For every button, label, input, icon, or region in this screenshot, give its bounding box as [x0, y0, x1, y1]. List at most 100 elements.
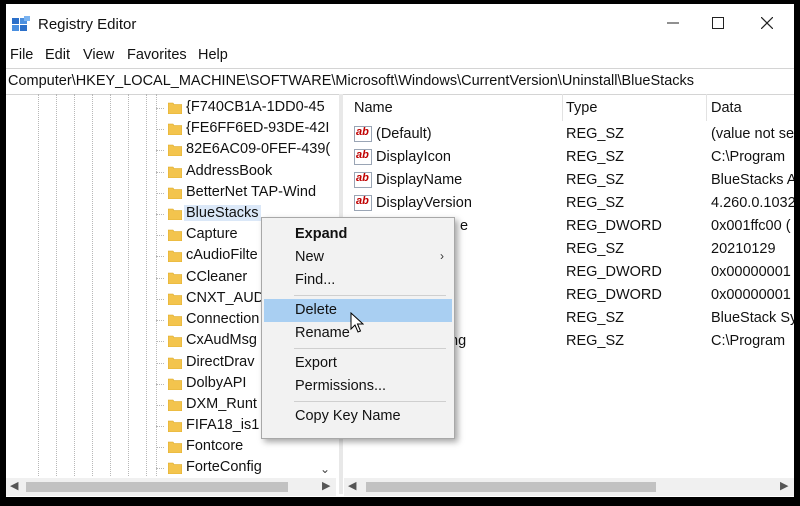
tree-item[interactable]: Fontcore: [156, 437, 331, 457]
tree-item-label: CxAudMsg: [186, 332, 257, 348]
tree-horizontal-scrollbar[interactable]: ◀ ▶: [6, 478, 336, 496]
reg-sz-icon: ab: [354, 172, 372, 188]
column-header-name[interactable]: Name: [354, 100, 393, 116]
menu-view[interactable]: View: [83, 47, 114, 63]
folder-icon: [168, 229, 182, 241]
scroll-right-arrow-icon[interactable]: ▶: [780, 479, 788, 492]
value-data: 0x00000001: [711, 264, 791, 280]
tree-item[interactable]: BetterNet TAP-Wind: [156, 183, 331, 203]
folder-icon: [168, 250, 182, 262]
address-bar[interactable]: Computer\HKEY_LOCAL_MACHINE\SOFTWARE\Mic…: [6, 68, 794, 95]
table-row[interactable]: ab DisplayIcon REG_SZ C:\Program: [344, 146, 794, 169]
folder-icon: [168, 314, 182, 326]
tree-item-label: 82E6AC09-0FEF-439(: [186, 141, 331, 157]
value-data: 0x00000001: [711, 287, 791, 303]
tree-item[interactable]: {F740CB1A-1DD0-45: [156, 98, 331, 118]
tree-item[interactable]: AddressBook: [156, 162, 331, 182]
table-row[interactable]: ab DisplayName REG_SZ BlueStacks A: [344, 169, 794, 192]
value-name: DisplayIcon: [376, 149, 451, 165]
value-name: e: [460, 218, 469, 234]
column-header-data[interactable]: Data: [711, 100, 742, 116]
reg-sz-icon: ab: [354, 149, 372, 165]
tree-item-label: {FE6FF6ED-93DE-42I: [186, 120, 330, 136]
menu-item-label: Find...: [295, 272, 336, 288]
menu-item-expand[interactable]: Expand: [264, 223, 452, 246]
menu-edit[interactable]: Edit: [45, 47, 70, 63]
value-type: REG_SZ: [566, 149, 625, 165]
mouse-cursor-icon: [350, 312, 364, 333]
value-data: BlueStacks A: [711, 172, 794, 188]
value-type: REG_SZ: [566, 172, 625, 188]
table-row[interactable]: ab (Default) REG_SZ (value not se: [344, 123, 794, 146]
menu-help[interactable]: Help: [198, 47, 228, 63]
value-type: REG_SZ: [566, 126, 625, 142]
tree-item-label: ForteConfig: [186, 459, 262, 475]
value-type: REG_SZ: [566, 310, 625, 326]
table-row[interactable]: ab DisplayVersion REG_SZ 4.260.0.1032: [344, 192, 794, 215]
menu-item-find[interactable]: Find...: [264, 269, 452, 292]
scroll-left-arrow-icon[interactable]: ◀: [10, 479, 18, 492]
tree-item-label: Connection: [186, 311, 260, 327]
column-header-type[interactable]: Type: [566, 100, 597, 116]
value-type: REG_SZ: [566, 333, 625, 349]
tree-item[interactable]: {FE6FF6ED-93DE-42I: [156, 119, 331, 139]
minimize-button[interactable]: [650, 8, 696, 38]
menu-item-permissions[interactable]: Permissions...: [264, 375, 452, 398]
chevron-right-icon: ›: [440, 249, 444, 263]
tree-item-label: DolbyAPI: [186, 375, 247, 391]
minimize-icon: [667, 22, 679, 24]
scroll-left-arrow-icon[interactable]: ◀: [348, 479, 356, 492]
menu-bar: File Edit View Favorites Help: [6, 44, 794, 68]
scrollbar-thumb[interactable]: [26, 482, 288, 492]
value-name: DisplayName: [376, 172, 463, 188]
close-icon: [761, 17, 773, 29]
tree-item-label: BetterNet TAP-Wind: [186, 184, 317, 200]
tree-item-label: DirectDrav: [186, 354, 255, 370]
value-name: (Default): [376, 126, 432, 142]
folder-icon: [168, 420, 182, 432]
folder-icon: [168, 187, 182, 199]
scrollbar-thumb[interactable]: [366, 482, 656, 492]
menu-item-export[interactable]: Export: [264, 352, 452, 375]
folder-icon: [168, 272, 182, 284]
menu-item-copy-key-name[interactable]: Copy Key Name: [264, 405, 452, 428]
menu-favorites[interactable]: Favorites: [127, 47, 187, 63]
tree-item[interactable]: ForteConfig: [156, 458, 331, 476]
folder-icon: [168, 335, 182, 347]
tree-item-label: FIFA18_is1: [186, 417, 260, 433]
registry-editor-window: Registry Editor File Edit View Favorites…: [6, 4, 794, 497]
menu-item-label: Rename: [295, 325, 350, 341]
folder-icon: [168, 102, 182, 114]
scroll-down-arrow-icon[interactable]: ⌄: [320, 462, 330, 476]
reg-sz-icon: ab: [354, 195, 372, 211]
value-data: C:\Program: [711, 149, 786, 165]
folder-icon: [168, 441, 182, 453]
title-bar: Registry Editor: [6, 4, 794, 42]
tree-item-label: {F740CB1A-1DD0-45: [186, 99, 325, 115]
value-type: REG_SZ: [566, 241, 625, 257]
tree-item-label: DXM_Runt: [186, 396, 257, 412]
maximize-button[interactable]: [695, 8, 741, 38]
tree-item[interactable]: 82E6AC09-0FEF-439(: [156, 140, 331, 160]
menu-item-label: Permissions...: [295, 378, 387, 394]
menu-item-new[interactable]: New ›: [264, 246, 452, 269]
tree-item-label: cAudioFilte: [186, 247, 258, 263]
value-data: BlueStack Sy: [711, 310, 794, 326]
value-name: DisplayVersion: [376, 195, 472, 211]
list-horizontal-scrollbar[interactable]: ◀ ▶: [344, 478, 794, 496]
scroll-right-arrow-icon[interactable]: ▶: [322, 479, 330, 492]
value-data: C:\Program: [711, 333, 786, 349]
folder-icon: [168, 293, 182, 305]
value-type: REG_DWORD: [566, 287, 662, 303]
close-button[interactable]: [744, 8, 790, 38]
maximize-icon: [712, 17, 724, 29]
menu-file[interactable]: File: [10, 47, 33, 63]
tree-item-label: CCleaner: [186, 269, 248, 285]
folder-icon: [168, 462, 182, 474]
window-title: Registry Editor: [38, 16, 137, 33]
tree-item-label: Capture: [186, 226, 238, 242]
value-type: REG_SZ: [566, 195, 625, 211]
folder-icon: [168, 166, 182, 178]
tree-item-label: Fontcore: [186, 438, 244, 454]
tree-item-label: AddressBook: [186, 163, 273, 179]
